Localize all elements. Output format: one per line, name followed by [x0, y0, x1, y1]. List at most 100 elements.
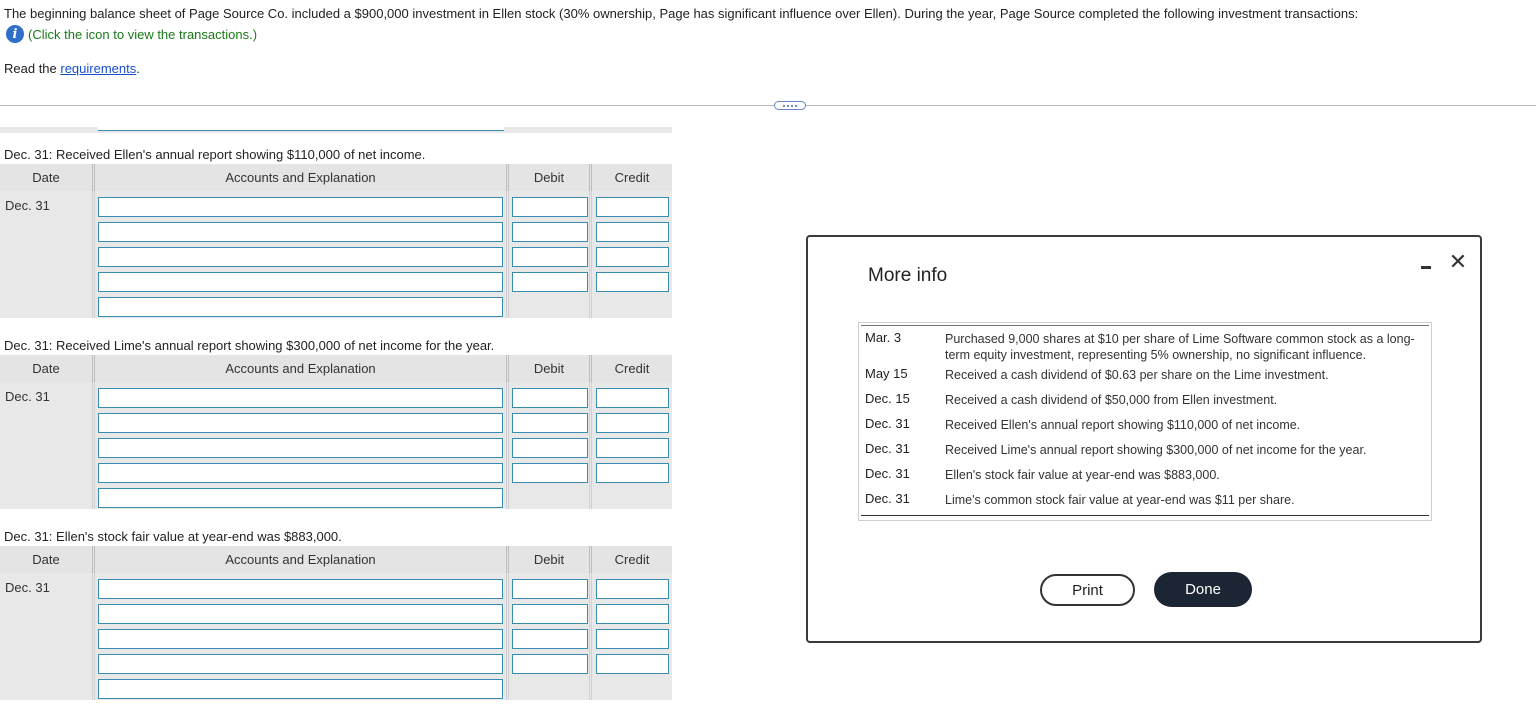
account-input-3[interactable] [98, 247, 503, 267]
transaction-description: Received a cash dividend of $50,000 from… [945, 393, 1278, 407]
info-icon[interactable]: i [6, 25, 24, 43]
section-prompt: Dec. 31: Ellen's stock fair value at yea… [4, 529, 342, 544]
credit-column [592, 382, 672, 509]
header-credit: Credit [614, 361, 650, 376]
transaction-date: Dec. 15 [865, 391, 910, 406]
read-suffix: . [136, 61, 140, 76]
debit-input-4[interactable] [512, 654, 588, 674]
header-accounts: Accounts and Explanation [95, 164, 509, 191]
journal-table: Date Accounts and Explanation Debit Cred… [0, 355, 672, 509]
credit-input-4[interactable] [596, 272, 669, 292]
debit-input-1[interactable] [512, 388, 588, 408]
credit-input-2[interactable] [596, 604, 669, 624]
header-debit: Debit [509, 546, 592, 573]
dialog-title: More info [868, 265, 948, 286]
accounts-column [95, 573, 509, 700]
transaction-description: Ellen's stock fair value at year-end was… [945, 468, 1220, 482]
journal-table: Date Accounts and Explanation Debit Cred… [0, 164, 672, 318]
print-button[interactable]: Print [1040, 574, 1135, 606]
credit-input-3[interactable] [596, 629, 669, 649]
transaction-description: Purchased 9,000 shares at $10 per share … [945, 332, 1415, 362]
credit-input-4[interactable] [596, 654, 669, 674]
header-date: Date [0, 546, 95, 573]
table-body: Dec. 31 [0, 191, 672, 318]
transaction-description: Received Lime's annual report showing $3… [945, 443, 1367, 457]
header-accounts: Accounts and Explanation [95, 546, 509, 573]
credit-input-2[interactable] [596, 413, 669, 433]
transactions-info-row[interactable]: i (Click the icon to view the transactio… [6, 25, 257, 43]
done-button[interactable]: Done [1154, 572, 1252, 607]
transaction-date: Mar. 3 [865, 330, 902, 345]
close-button[interactable]: ✕ [1447, 250, 1469, 276]
previous-table-bottom [0, 127, 672, 133]
read-requirements: Read the requirements. [4, 61, 140, 76]
debit-column [509, 573, 592, 700]
debit-input-1[interactable] [512, 197, 588, 217]
credit-input-1[interactable] [596, 579, 669, 599]
more-info-dialog: More info ✕ Mar. 3 Purchased 9,000 share… [806, 235, 1482, 643]
accounts-column [95, 382, 509, 509]
credit-input-1[interactable] [596, 197, 669, 217]
debit-input-3[interactable] [512, 629, 588, 649]
account-input-1[interactable] [98, 197, 503, 217]
account-input-3[interactable] [98, 438, 503, 458]
entry-date: Dec. 31 [0, 573, 95, 700]
header-accounts: Accounts and Explanation [95, 355, 509, 382]
debit-input-4[interactable] [512, 463, 588, 483]
close-icon: ✕ [1448, 250, 1468, 275]
account-input-1[interactable] [98, 579, 503, 599]
debit-input-1[interactable] [512, 579, 588, 599]
transaction-date: Dec. 31 [865, 491, 910, 506]
account-input-2[interactable] [98, 222, 503, 242]
account-input-4[interactable] [98, 654, 503, 674]
debit-input-2[interactable] [512, 222, 588, 242]
table-header: Date Accounts and Explanation Debit Cred… [0, 355, 672, 382]
accounts-column [95, 191, 509, 318]
requirements-link[interactable]: requirements [60, 61, 136, 76]
account-input-2[interactable] [98, 413, 503, 433]
view-transactions-link[interactable]: (Click the icon to view the transactions… [28, 27, 257, 42]
minimize-icon [1421, 266, 1431, 269]
entry-date: Dec. 31 [0, 382, 95, 509]
minimize-button[interactable] [1417, 259, 1433, 275]
explanation-input[interactable] [98, 679, 503, 699]
transaction-description: Lime's common stock fair value at year-e… [945, 493, 1295, 507]
header-debit: Debit [509, 164, 592, 191]
account-input-4[interactable] [98, 463, 503, 483]
transaction-date: May 15 [865, 366, 908, 381]
header-credit: Credit [614, 170, 650, 185]
section-prompt: Dec. 31: Received Ellen's annual report … [4, 147, 426, 162]
explanation-input[interactable] [98, 488, 503, 508]
account-input-1[interactable] [98, 388, 503, 408]
debit-input-2[interactable] [512, 413, 588, 433]
debit-input-4[interactable] [512, 272, 588, 292]
header-date: Date [0, 164, 95, 191]
transaction-date: Dec. 31 [865, 416, 910, 431]
section-prompt: Dec. 31: Received Lime's annual report s… [4, 338, 495, 353]
header-debit: Debit [509, 355, 592, 382]
credit-input-4[interactable] [596, 463, 669, 483]
transaction-description: Received a cash dividend of $0.63 per sh… [945, 368, 1329, 382]
debit-input-2[interactable] [512, 604, 588, 624]
table-header: Date Accounts and Explanation Debit Cred… [0, 164, 672, 191]
transaction-description: Received Ellen's annual report showing $… [945, 418, 1301, 432]
debit-column [509, 191, 592, 318]
debit-input-3[interactable] [512, 247, 588, 267]
debit-column [509, 382, 592, 509]
account-input-2[interactable] [98, 604, 503, 624]
credit-input-1[interactable] [596, 388, 669, 408]
transactions-table: Mar. 3 Purchased 9,000 shares at $10 per… [858, 322, 1432, 521]
credit-input-2[interactable] [596, 222, 669, 242]
credit-column [592, 191, 672, 318]
credit-input-3[interactable] [596, 438, 669, 458]
account-input-3[interactable] [98, 629, 503, 649]
expand-ellipsis-button[interactable] [774, 101, 806, 110]
explanation-input[interactable] [98, 297, 503, 317]
transaction-date: Dec. 31 [865, 441, 910, 456]
intro-text: The beginning balance sheet of Page Sour… [4, 6, 1359, 21]
credit-input-3[interactable] [596, 247, 669, 267]
read-prefix: Read the [4, 61, 61, 76]
section-divider [0, 105, 1536, 106]
debit-input-3[interactable] [512, 438, 588, 458]
account-input-4[interactable] [98, 272, 503, 292]
